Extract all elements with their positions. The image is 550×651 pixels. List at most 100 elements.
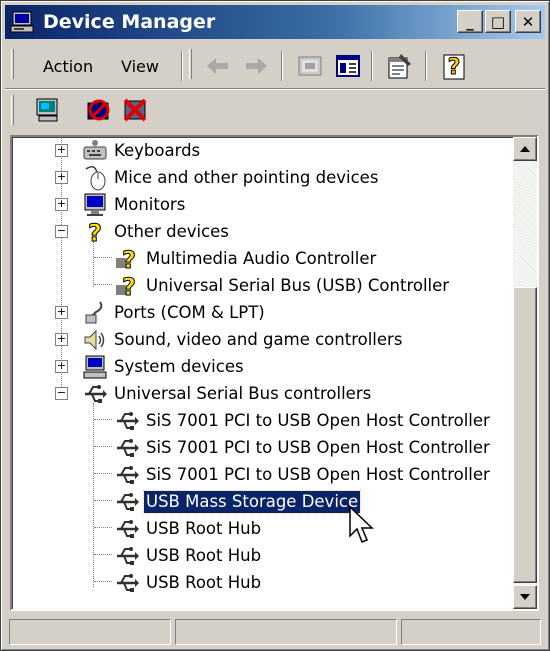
tree-item-label: SiS 7001 PCI to USB Open Host Controller bbox=[146, 411, 490, 430]
device-manager-window: Device Manager _ □ ✕ Action View ? + + +… bbox=[0, 0, 550, 651]
tree-item-label-selected: USB Mass Storage Device bbox=[142, 490, 362, 514]
keyboard-icon bbox=[83, 140, 107, 160]
expand-system-devices[interactable]: + bbox=[55, 360, 68, 373]
help-icon[interactable]: ? bbox=[441, 51, 469, 81]
arrow-down-icon bbox=[520, 594, 530, 600]
close-button[interactable]: ✕ bbox=[515, 10, 541, 33]
up-folder-icon[interactable] bbox=[297, 53, 323, 79]
collapse-other-devices[interactable]: − bbox=[55, 225, 68, 238]
svg-text:?: ? bbox=[122, 246, 136, 272]
scroll-up-button[interactable] bbox=[513, 137, 537, 161]
status-panel bbox=[401, 619, 541, 645]
tree-item-usb-root-hub-2[interactable]: USB Root Hub bbox=[114, 543, 263, 569]
expand-ports[interactable]: + bbox=[55, 306, 68, 319]
tree-item-sis-host-2[interactable]: SiS 7001 PCI to USB Open Host Controller bbox=[114, 435, 492, 461]
tree-item-sis-host-3[interactable]: SiS 7001 PCI to USB Open Host Controller bbox=[114, 462, 492, 488]
toolbar-separator bbox=[181, 51, 183, 81]
tree-item-multimedia-audio[interactable]: ? Multimedia Audio Controller bbox=[114, 246, 378, 272]
tree-item-usb-mass-storage[interactable]: USB Mass Storage Device bbox=[114, 489, 362, 515]
tree-item-label: Other devices bbox=[114, 222, 229, 241]
toolbar-grip[interactable] bbox=[11, 49, 14, 79]
tree-item-usb-controllers[interactable]: Universal Serial Bus controllers bbox=[82, 381, 373, 407]
properties-icon[interactable] bbox=[385, 52, 413, 80]
tree-item-label: Monitors bbox=[114, 195, 186, 214]
tree-item-keyboards[interactable]: Keyboards bbox=[82, 138, 202, 164]
mouse-cursor-icon bbox=[349, 506, 374, 543]
title-bar[interactable]: Device Manager _ □ ✕ bbox=[5, 5, 545, 39]
toolbar-grip[interactable] bbox=[11, 95, 14, 125]
tree-connector bbox=[94, 581, 112, 582]
expand-sound[interactable]: + bbox=[55, 333, 68, 346]
vertical-scrollbar[interactable] bbox=[513, 137, 537, 609]
tree-item-other-devices[interactable]: ? Other devices bbox=[82, 219, 231, 245]
tree-connector bbox=[93, 241, 94, 287]
tree-connector bbox=[94, 500, 112, 501]
tree-item-label: USB Root Hub bbox=[146, 519, 262, 538]
speaker-icon bbox=[84, 329, 105, 351]
mouse-icon bbox=[85, 166, 106, 191]
menu-view[interactable]: View bbox=[121, 57, 159, 76]
tree-item-label: Mice and other pointing devices bbox=[114, 168, 379, 187]
usb-icon bbox=[117, 520, 139, 538]
tree-item-usb-root-hub-1[interactable]: USB Root Hub bbox=[114, 516, 263, 542]
tree-item-label: USB Root Hub bbox=[146, 573, 262, 592]
uninstall-device-icon[interactable] bbox=[121, 97, 149, 123]
tree-item-label: SiS 7001 PCI to USB Open Host Controller bbox=[146, 438, 490, 457]
collapse-usb-controllers[interactable]: − bbox=[55, 387, 68, 400]
tree-item-label: Universal Serial Bus (USB) Controller bbox=[146, 276, 450, 295]
menu-toolbar: Action View ? bbox=[5, 43, 545, 89]
tree-item-usb-controller-unknown[interactable]: ? Universal Serial Bus (USB) Controller bbox=[114, 273, 451, 299]
toolbar-grip[interactable] bbox=[189, 49, 192, 79]
toolbar-separator bbox=[281, 51, 283, 81]
tree-item-label: Universal Serial Bus controllers bbox=[114, 384, 372, 403]
tree-item-system-devices[interactable]: System devices bbox=[82, 354, 246, 380]
tree-item-sound[interactable]: Sound, video and game controllers bbox=[82, 327, 404, 353]
expand-keyboards[interactable]: + bbox=[55, 144, 68, 157]
status-bar bbox=[5, 617, 545, 647]
usb-icon bbox=[117, 439, 139, 457]
disable-device-icon[interactable] bbox=[85, 97, 113, 123]
tree-item-label: USB Root Hub bbox=[146, 546, 262, 565]
svg-text:?: ? bbox=[448, 55, 461, 80]
minimize-button[interactable]: _ bbox=[457, 10, 483, 33]
tree-item-mice[interactable]: Mice and other pointing devices bbox=[82, 165, 380, 191]
monitor-icon bbox=[84, 193, 106, 216]
tree-item-ports[interactable]: Ports (COM & LPT) bbox=[82, 300, 267, 326]
usb-icon bbox=[117, 547, 139, 565]
usb-icon bbox=[85, 385, 107, 403]
tree-connector bbox=[94, 446, 112, 447]
tree-item-sis-host-1[interactable]: SiS 7001 PCI to USB Open Host Controller bbox=[114, 408, 492, 434]
tree-item-label: Ports (COM & LPT) bbox=[114, 303, 265, 322]
toolbar-separator bbox=[371, 51, 373, 81]
show-hide-tree-icon[interactable] bbox=[335, 53, 361, 79]
status-panel bbox=[9, 619, 171, 645]
usb-icon bbox=[117, 412, 139, 430]
scroll-thumb[interactable] bbox=[513, 287, 537, 583]
device-manager-icon bbox=[10, 11, 34, 33]
tree-item-monitors[interactable]: Monitors bbox=[82, 192, 187, 218]
maximize-button[interactable]: □ bbox=[485, 10, 511, 33]
arrow-up-icon bbox=[520, 146, 530, 152]
expand-mice[interactable]: + bbox=[55, 171, 68, 184]
scan-hardware-icon[interactable] bbox=[35, 97, 61, 123]
action-toolbar bbox=[5, 91, 545, 129]
window-title: Device Manager bbox=[43, 11, 216, 33]
tree-connector bbox=[94, 473, 112, 474]
status-panel bbox=[175, 619, 397, 645]
expand-monitors[interactable]: + bbox=[55, 198, 68, 211]
toolbar-separator bbox=[425, 51, 427, 81]
tree-connector bbox=[93, 403, 94, 587]
computer-icon bbox=[83, 355, 107, 379]
tree-connector bbox=[94, 554, 112, 555]
tree-item-label: Sound, video and game controllers bbox=[114, 330, 403, 349]
menu-action[interactable]: Action bbox=[43, 57, 93, 76]
tree-connector bbox=[94, 419, 112, 420]
back-arrow-icon[interactable] bbox=[205, 55, 231, 77]
scroll-down-button[interactable] bbox=[513, 585, 537, 609]
device-tree[interactable]: + + + − + + + − Keyboards Mice and other… bbox=[10, 135, 539, 611]
tree-item-label: System devices bbox=[114, 357, 244, 376]
tree-item-label: SiS 7001 PCI to USB Open Host Controller bbox=[146, 465, 490, 484]
forward-arrow-icon[interactable] bbox=[243, 55, 269, 77]
usb-icon bbox=[117, 493, 139, 511]
tree-item-usb-root-hub-3[interactable]: USB Root Hub bbox=[114, 570, 263, 596]
